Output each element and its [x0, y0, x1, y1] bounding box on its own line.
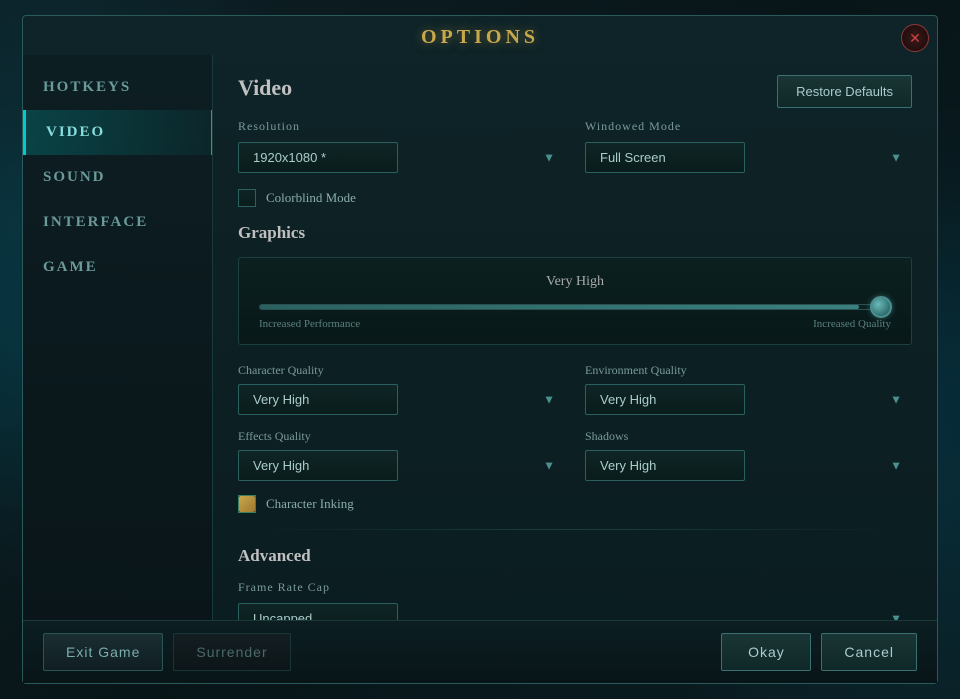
character-quality-dropdown[interactable]: Very High High Medium Low [238, 384, 398, 415]
environment-quality-dropdown[interactable]: Very High High Medium Low [585, 384, 745, 415]
surrender-button[interactable]: Surrender [173, 633, 290, 671]
colorblind-checkbox[interactable] [238, 189, 256, 207]
resolution-dropdown-arrow: ▼ [543, 150, 555, 165]
main-content: HOTKEYS VIDEO SOUND INTERFACE GAME Video… [23, 55, 937, 620]
colorblind-label: Colorblind Mode [266, 190, 356, 206]
slider-label-left: Increased Performance [259, 318, 360, 330]
graphics-slider-fill [260, 305, 859, 309]
effects-quality-arrow: ▼ [543, 458, 555, 473]
environment-quality-dropdown-wrapper: Very High High Medium Low ▼ [585, 384, 912, 415]
content-area: Video Restore Defaults Resolution 1920x1… [213, 55, 937, 620]
resolution-field: Resolution 1920x1080 * 1280x720 1024x768… [238, 119, 565, 173]
slider-label-right: Increased Quality [813, 318, 891, 330]
options-window: OPTIONS ✕ HOTKEYS VIDEO SOUND INTERFACE … [22, 15, 938, 684]
windowed-mode-dropdown-arrow: ▼ [890, 150, 902, 165]
environment-quality-field: Environment Quality Very High High Mediu… [585, 363, 912, 415]
windowed-mode-dropdown[interactable]: Full Screen Windowed Borderless [585, 142, 745, 173]
sidebar: HOTKEYS VIDEO SOUND INTERFACE GAME [23, 55, 213, 620]
environment-quality-arrow: ▼ [890, 392, 902, 407]
effects-quality-label: Effects Quality [238, 429, 565, 444]
frame-rate-field: Frame Rate Cap Uncapped 30 FPS 60 FPS 14… [238, 580, 912, 620]
character-inking-icon [239, 496, 255, 512]
shadows-dropdown[interactable]: Very High High Medium Low Off [585, 450, 745, 481]
windowed-mode-field: Windowed Mode Full Screen Windowed Borde… [585, 119, 912, 173]
character-quality-arrow: ▼ [543, 392, 555, 407]
effects-quality-dropdown-wrapper: Very High High Medium Low ▼ [238, 450, 565, 481]
advanced-heading: Advanced [238, 546, 912, 566]
environment-quality-label: Environment Quality [585, 363, 912, 378]
frame-rate-dropdown-wrapper: Uncapped 30 FPS 60 FPS 144 FPS ▼ [238, 603, 912, 620]
graphics-slider-container: Very High Increased Performance Increase… [238, 257, 912, 345]
character-quality-label: Character Quality [238, 363, 565, 378]
shadows-dropdown-wrapper: Very High High Medium Low Off ▼ [585, 450, 912, 481]
effects-quality-dropdown[interactable]: Very High High Medium Low [238, 450, 398, 481]
colorblind-row: Colorblind Mode [238, 189, 912, 207]
quality-row-2: Effects Quality Very High High Medium Lo… [238, 429, 912, 481]
title-bar: OPTIONS ✕ [23, 16, 937, 55]
sidebar-item-sound[interactable]: SOUND [23, 155, 212, 200]
sidebar-item-hotkeys[interactable]: HOTKEYS [23, 65, 212, 110]
windowed-mode-dropdown-wrapper: Full Screen Windowed Borderless ▼ [585, 142, 912, 173]
graphics-heading: Graphics [238, 223, 912, 243]
shadows-label: Shadows [585, 429, 912, 444]
close-button[interactable]: ✕ [901, 24, 929, 52]
character-inking-row: Character Inking [238, 495, 912, 513]
footer: Exit Game Surrender Okay Cancel [23, 620, 937, 683]
graphics-preset-value: Very High [259, 274, 891, 290]
cancel-button[interactable]: Cancel [821, 633, 917, 671]
windowed-mode-label: Windowed Mode [585, 119, 912, 134]
divider [238, 529, 912, 530]
frame-rate-label: Frame Rate Cap [238, 580, 912, 595]
exit-game-button[interactable]: Exit Game [43, 633, 163, 671]
quality-row-1: Character Quality Very High High Medium … [238, 363, 912, 415]
character-inking-label: Character Inking [266, 496, 354, 512]
character-quality-field: Character Quality Very High High Medium … [238, 363, 565, 415]
resolution-label: Resolution [238, 119, 565, 134]
sidebar-item-video[interactable]: VIDEO [23, 110, 212, 155]
character-inking-checkbox[interactable] [238, 495, 256, 513]
graphics-slider-thumb[interactable] [870, 296, 892, 318]
okay-button[interactable]: Okay [721, 633, 811, 671]
sidebar-item-game[interactable]: GAME [23, 245, 212, 290]
window-title: OPTIONS [421, 26, 539, 48]
resolution-dropdown[interactable]: 1920x1080 * 1280x720 1024x768 [238, 142, 398, 173]
effects-quality-field: Effects Quality Very High High Medium Lo… [238, 429, 565, 481]
graphics-slider-labels: Increased Performance Increased Quality [259, 318, 891, 330]
restore-defaults-button[interactable]: Restore Defaults [777, 75, 912, 108]
sidebar-item-interface[interactable]: INTERFACE [23, 200, 212, 245]
frame-rate-dropdown[interactable]: Uncapped 30 FPS 60 FPS 144 FPS [238, 603, 398, 620]
resolution-row: Resolution 1920x1080 * 1280x720 1024x768… [238, 119, 912, 173]
resolution-dropdown-wrapper: 1920x1080 * 1280x720 1024x768 ▼ [238, 142, 565, 173]
character-quality-dropdown-wrapper: Very High High Medium Low ▼ [238, 384, 565, 415]
frame-rate-arrow: ▼ [890, 611, 902, 620]
shadows-field: Shadows Very High High Medium Low Off ▼ [585, 429, 912, 481]
shadows-arrow: ▼ [890, 458, 902, 473]
graphics-slider-track[interactable] [259, 304, 891, 310]
